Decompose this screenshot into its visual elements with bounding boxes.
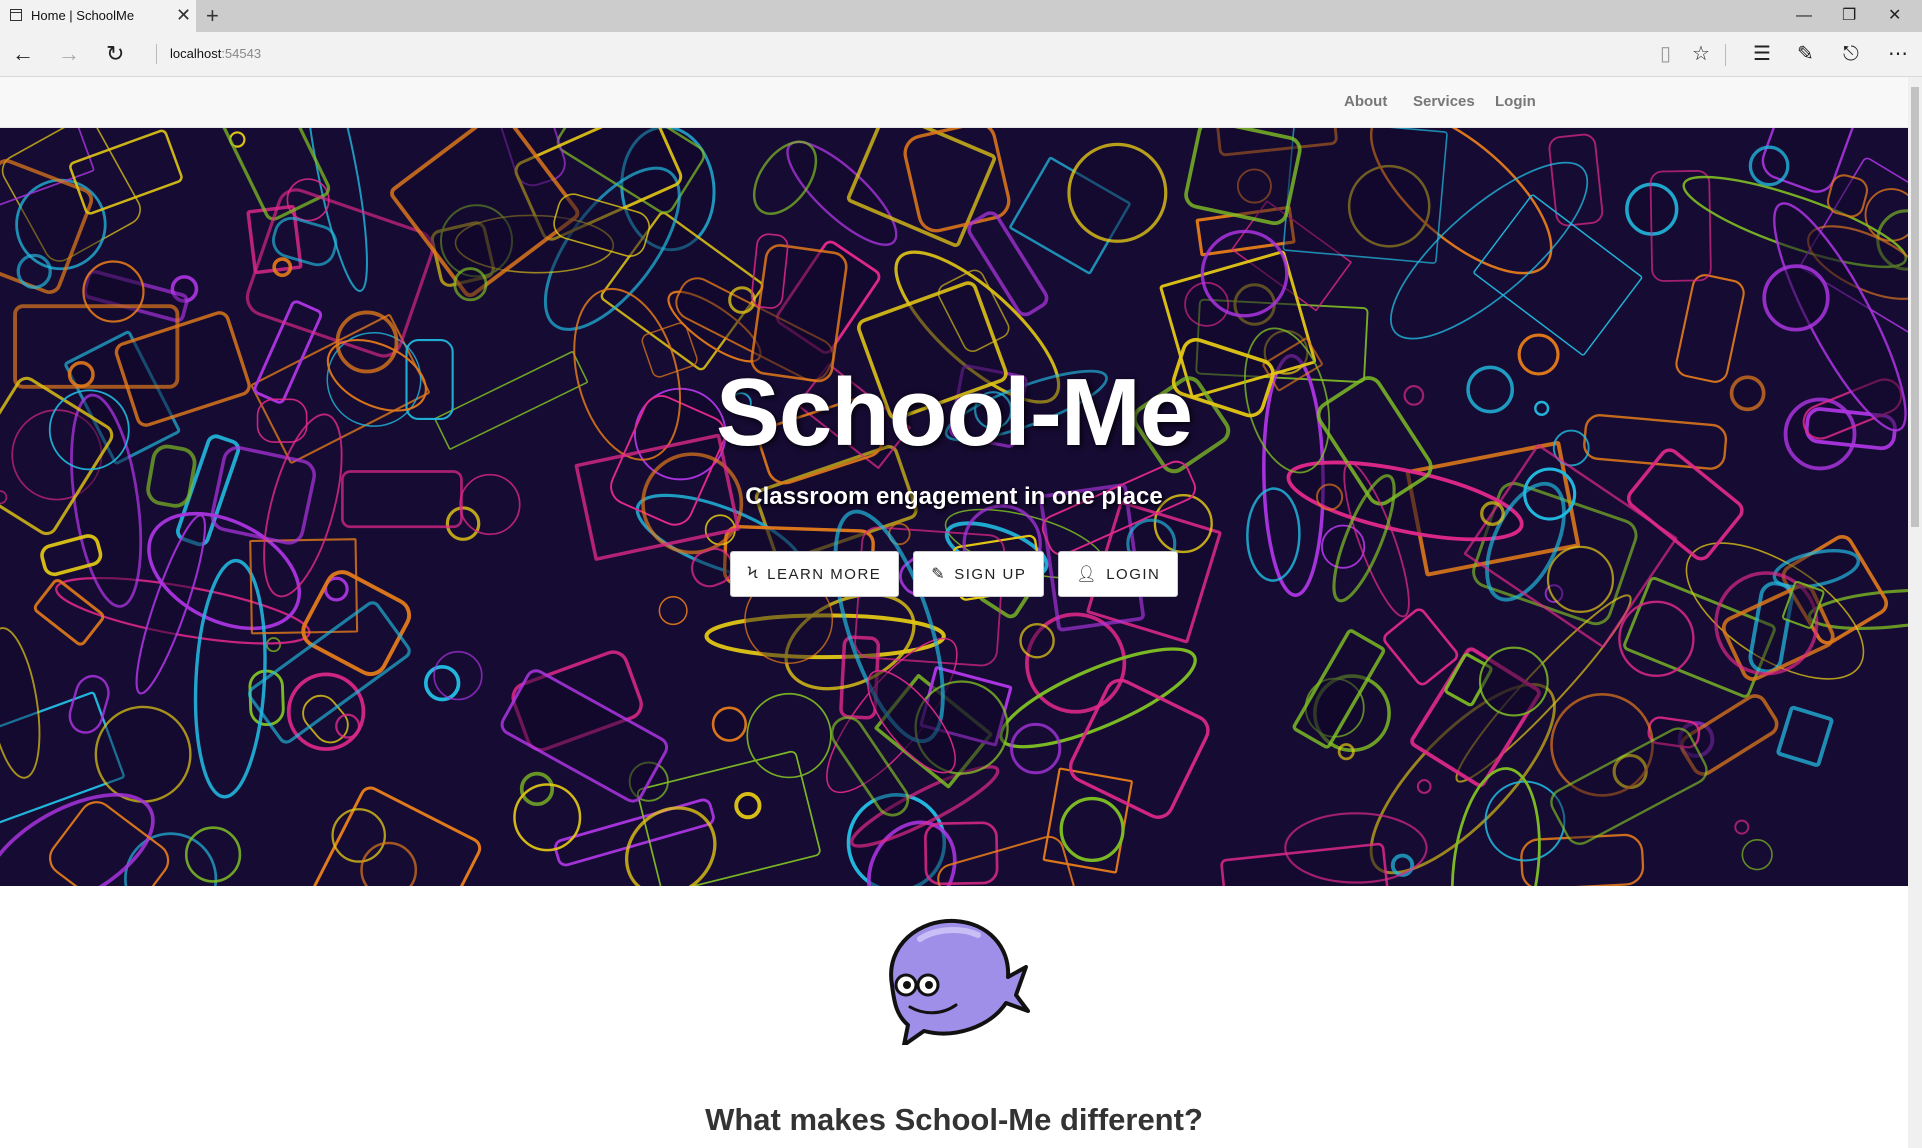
scrollbar-thumb[interactable] (1911, 87, 1919, 527)
learn-more-button[interactable]: ϟ Learn More (729, 551, 900, 597)
section-heading: What makes School-Me different? (705, 1102, 1203, 1137)
browser-tab-strip: Home | SchoolMe ✕ + — ❐ ✕ (0, 0, 1922, 32)
site-navbar: About Services Login (0, 77, 1908, 128)
sign-up-button[interactable]: ✎ Sign Up (913, 551, 1045, 597)
toolbar-divider (1725, 44, 1726, 66)
login-button[interactable]: 👤︎ Login (1058, 551, 1179, 597)
nav-services-link[interactable]: Services (1413, 93, 1475, 110)
nav-login-link[interactable]: Login (1495, 93, 1536, 110)
whale-mascot-logo (889, 918, 1030, 1045)
more-icon[interactable]: ⋯ (1888, 42, 1908, 66)
hub-icon[interactable]: ☰ (1753, 42, 1771, 66)
page-viewport: About Services Login School-Me Classroom… (0, 77, 1908, 1148)
hero-subtitle: Classroom engagement in one place (745, 483, 1163, 510)
hero-title: School-Me (715, 359, 1193, 466)
pencil-icon: ✎ (931, 566, 947, 583)
user-icon: 👤︎ (1076, 566, 1099, 583)
nav-about-link[interactable]: About (1344, 93, 1387, 110)
refresh-icon[interactable]: ↻ (106, 42, 124, 66)
tab-title: Home | SchoolMe (31, 8, 135, 23)
share-icon[interactable]: ⎋ (1843, 42, 1859, 66)
address-port: :54543 (221, 46, 262, 61)
new-tab-icon[interactable]: + (206, 3, 219, 29)
minimize-icon[interactable]: — (1796, 6, 1812, 26)
page-icon (10, 9, 22, 21)
page-scrollbar[interactable] (1908, 77, 1922, 1148)
browser-tab[interactable]: Home | SchoolMe ✕ (0, 0, 196, 32)
bolt-icon: ϟ (747, 565, 760, 582)
login-label: Login (1106, 565, 1161, 583)
browser-toolbar: ← → ↻ localhost:54543 ▯ ☆ ☰ ✎ ⎋ ⋯ (0, 32, 1922, 77)
reading-view-icon[interactable]: ▯ (1660, 42, 1671, 66)
hero-button-group: ϟ Learn More ✎ Sign Up 👤︎ Login (0, 551, 1908, 597)
hero-banner: School-Me Classroom engagement in one pl… (0, 128, 1908, 886)
restore-icon[interactable]: ❐ (1842, 6, 1856, 26)
favorite-star-icon[interactable]: ☆ (1692, 42, 1710, 66)
address-bar[interactable]: localhost:54543 (170, 46, 261, 61)
close-window-icon[interactable]: ✕ (1888, 6, 1901, 26)
back-icon[interactable]: ← (12, 42, 34, 66)
address-divider (156, 44, 157, 64)
learn-more-label: Learn More (767, 565, 882, 583)
address-host: localhost (170, 46, 222, 61)
web-note-icon[interactable]: ✎ (1797, 42, 1814, 66)
close-tab-icon[interactable]: ✕ (176, 5, 191, 25)
sign-up-label: Sign Up (954, 565, 1027, 583)
forward-icon[interactable]: → (58, 42, 80, 66)
